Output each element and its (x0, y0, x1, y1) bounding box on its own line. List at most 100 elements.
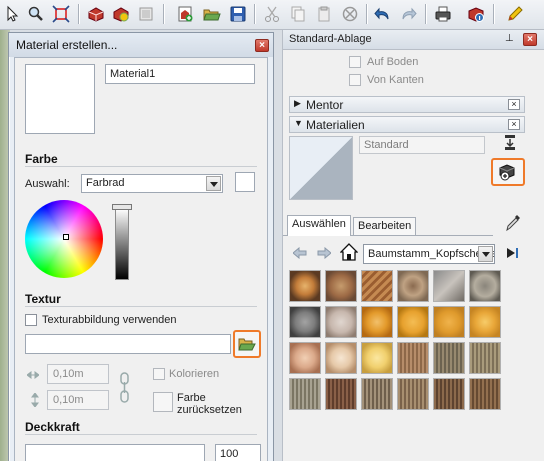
material-name-field[interactable]: Material1 (105, 64, 255, 84)
zoom-icon[interactable] (25, 3, 47, 25)
tab-select[interactable]: Auswählen (287, 215, 351, 236)
paste-icon[interactable] (313, 3, 335, 25)
brightness-slider-thumb[interactable] (112, 204, 132, 210)
color-section-title: Farbe (25, 152, 58, 166)
material-thumbnail[interactable] (433, 342, 465, 374)
add-location-icon[interactable] (174, 3, 196, 25)
close-icon[interactable]: × (255, 39, 269, 52)
create-material-dialog: Material erstellen... × Material1 Farbe … (8, 32, 274, 461)
pin-icon[interactable]: ⊥ (505, 33, 514, 44)
material-thumbnail[interactable] (469, 378, 501, 410)
opacity-slider[interactable] (25, 444, 205, 461)
material-thumbnail[interactable] (361, 270, 393, 302)
color-picker-select[interactable]: Farbrad (81, 174, 223, 193)
save-icon[interactable] (227, 3, 249, 25)
tray-close-icon[interactable]: × (523, 33, 537, 46)
dialog-titlebar[interactable]: Material erstellen... × (9, 33, 273, 57)
panel-materials-label: Materialien (306, 118, 365, 132)
material-thumbnail[interactable] (469, 306, 501, 338)
material-preview (289, 136, 353, 200)
texture-path-field[interactable] (25, 334, 231, 354)
library-select-value: Baumstamm_Kopfscheiben (368, 248, 495, 260)
material-thumbnail[interactable] (397, 342, 429, 374)
reset-color-label-line2: zurücksetzen (177, 404, 242, 416)
components-icon[interactable] (85, 3, 107, 25)
material-thumbnail[interactable] (289, 342, 321, 374)
material-thumbnail[interactable] (433, 306, 465, 338)
zoom-extents-icon[interactable] (50, 3, 72, 25)
material-thumbnail[interactable] (325, 342, 357, 374)
copy-icon[interactable] (287, 3, 309, 25)
reset-color-button[interactable] (153, 392, 173, 412)
material-name-field[interactable]: Standard (359, 136, 485, 154)
undo-icon[interactable] (372, 3, 394, 25)
color-swatch[interactable] (235, 172, 255, 192)
material-thumbnail[interactable] (325, 270, 357, 302)
material-thumbnail[interactable] (325, 378, 357, 410)
from-edges-checkbox[interactable] (349, 74, 361, 86)
material-thumbnail[interactable] (433, 378, 465, 410)
chevron-down-icon[interactable] (478, 246, 493, 262)
expand-triangle-icon[interactable]: ▶ (294, 98, 301, 109)
main-toolbar (0, 0, 544, 30)
on-ground-checkbox[interactable] (349, 56, 361, 68)
link-chain-icon[interactable] (119, 372, 131, 404)
redo-icon[interactable] (397, 3, 419, 25)
create-material-button[interactable] (491, 158, 525, 186)
material-thumbnail[interactable] (325, 306, 357, 338)
material-thumbnail[interactable] (361, 342, 393, 374)
texture-height-field[interactable]: 0,10m (47, 390, 109, 410)
texture-width-field[interactable]: 0,10m (47, 364, 109, 384)
close-icon[interactable]: × (508, 119, 520, 130)
material-thumbnail[interactable] (361, 378, 393, 410)
material-thumbnail[interactable] (397, 378, 429, 410)
pencil-icon[interactable] (504, 3, 526, 25)
opacity-value-field[interactable]: 100 (215, 444, 261, 461)
print-icon[interactable] (432, 3, 454, 25)
model-info-icon[interactable] (465, 3, 487, 25)
material-thumbnail[interactable] (397, 270, 429, 302)
material-thumbnail[interactable] (397, 306, 429, 338)
material-thumbnail[interactable] (361, 306, 393, 338)
dialog-title: Material erstellen... (16, 38, 118, 52)
dialog-body: Material1 Farbe Auswahl: Farbrad Textur … (14, 57, 268, 461)
details-arrow-icon[interactable] (503, 244, 521, 262)
home-icon[interactable] (340, 243, 358, 261)
open-folder-icon (238, 338, 256, 351)
picker-label: Auswahl: (25, 178, 70, 190)
collapse-triangle-icon[interactable]: ▼ (294, 118, 303, 128)
material-thumbnail[interactable] (289, 270, 321, 302)
library-select[interactable]: Baumstamm_Kopfscheiben (363, 244, 495, 264)
opacity-section-title: Deckkraft (25, 420, 80, 434)
colorize-label: Kolorieren (169, 368, 220, 380)
panel-materials[interactable]: ▼ Materialien × (289, 116, 525, 133)
material-thumbnail[interactable] (289, 378, 321, 410)
eyedropper-icon[interactable] (505, 214, 521, 232)
preview-icon[interactable] (135, 3, 157, 25)
material-thumbnail[interactable] (469, 342, 501, 374)
material-thumbnail[interactable] (469, 270, 501, 302)
brightness-slider[interactable] (115, 208, 129, 280)
material-thumbnail[interactable] (433, 270, 465, 302)
cut-icon[interactable] (261, 3, 283, 25)
download-icon[interactable] (504, 135, 516, 151)
browse-texture-button[interactable] (233, 330, 261, 358)
width-arrows-icon (27, 371, 39, 379)
erase-icon[interactable] (339, 3, 361, 25)
close-icon[interactable]: × (508, 99, 520, 110)
colorize-checkbox[interactable] (153, 368, 165, 380)
panel-mentor-label: Mentor (306, 98, 344, 112)
material-thumbnail[interactable] (289, 306, 321, 338)
tab-edit[interactable]: Bearbeiten (353, 217, 417, 235)
color-wheel-cursor[interactable] (63, 234, 69, 240)
back-arrow-icon[interactable] (293, 247, 307, 259)
tray-title: Standard-Ablage (289, 33, 372, 45)
panel-mentor[interactable]: ▶ Mentor × (289, 96, 525, 113)
open-folder-icon[interactable] (201, 3, 223, 25)
chevron-down-icon[interactable] (206, 176, 221, 191)
component-options-icon[interactable] (110, 3, 132, 25)
use-texture-checkbox[interactable] (25, 314, 37, 326)
select-icon[interactable] (2, 3, 24, 25)
material-preview (25, 64, 95, 134)
forward-arrow-icon[interactable] (317, 247, 331, 259)
